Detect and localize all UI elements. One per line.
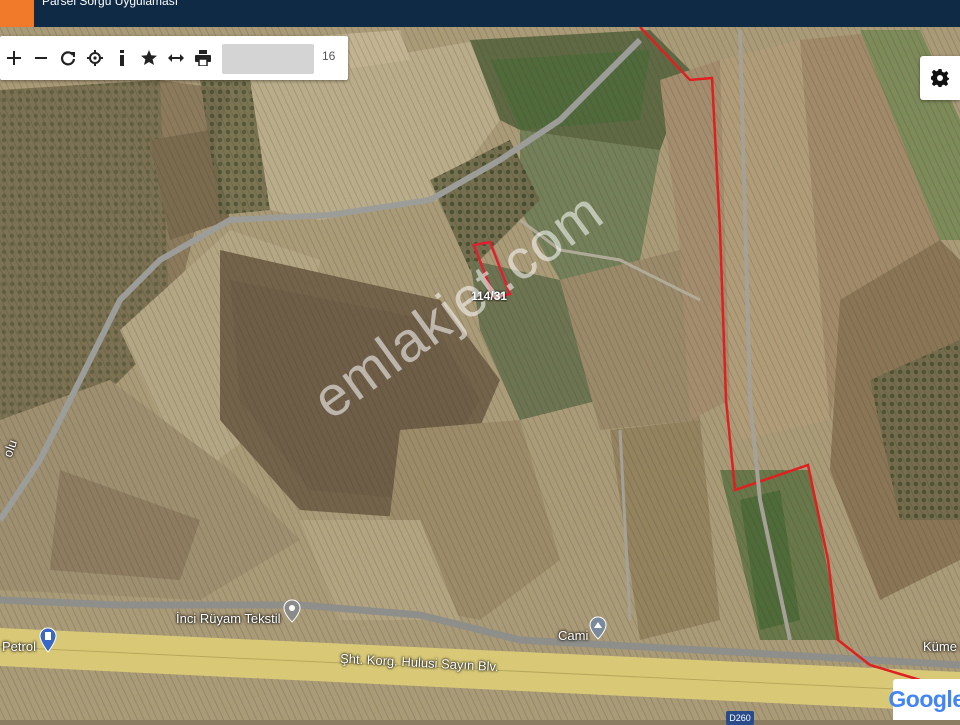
crosshair-icon	[86, 50, 103, 66]
zoom-level-indicator: 16	[322, 49, 336, 63]
app-logo	[0, 0, 34, 27]
satellite-imagery	[0, 27, 960, 720]
zoom-out-button[interactable]	[27, 36, 54, 80]
app-header: Parsel Sorgu Uygulaması	[0, 0, 960, 27]
settings-button[interactable]	[920, 56, 960, 100]
satellite-map[interactable]: 114/31 emlakjet.com İnci Rüyam Tekstil C…	[0, 27, 960, 725]
locate-button[interactable]	[81, 36, 108, 80]
refresh-button[interactable]	[54, 36, 81, 80]
poi-label-petrol[interactable]: Petrol	[2, 639, 36, 654]
info-icon	[119, 50, 124, 66]
printer-icon	[194, 50, 211, 66]
parcel-search-input[interactable]	[222, 44, 314, 74]
map-toolbar: 16	[0, 36, 348, 80]
fuel-station-marker-icon[interactable]	[39, 627, 57, 653]
poi-label-inci-ruyam[interactable]: İnci Rüyam Tekstil	[176, 611, 281, 626]
arrows-horizontal-icon	[167, 54, 184, 62]
google-attribution-logo: Google	[888, 679, 960, 720]
zoom-in-button[interactable]	[0, 36, 27, 80]
app-title: Parsel Sorgu Uygulaması	[42, 0, 179, 8]
mosque-marker-icon[interactable]	[589, 616, 607, 640]
favorite-button[interactable]	[135, 36, 162, 80]
print-button[interactable]	[189, 36, 216, 80]
measure-button[interactable]	[162, 36, 189, 80]
gear-icon	[931, 69, 949, 87]
star-icon	[140, 50, 157, 65]
plus-icon	[6, 51, 21, 65]
place-label-kume[interactable]: Küme E	[923, 639, 960, 654]
road-shield-d260: D260	[726, 711, 754, 725]
poi-label-cami[interactable]: Cami	[558, 628, 588, 643]
info-button[interactable]	[108, 36, 135, 80]
poi-marker-icon[interactable]	[283, 599, 301, 623]
minus-icon	[34, 57, 47, 59]
refresh-icon	[60, 51, 75, 66]
google-logo-text: Google	[888, 686, 960, 712]
